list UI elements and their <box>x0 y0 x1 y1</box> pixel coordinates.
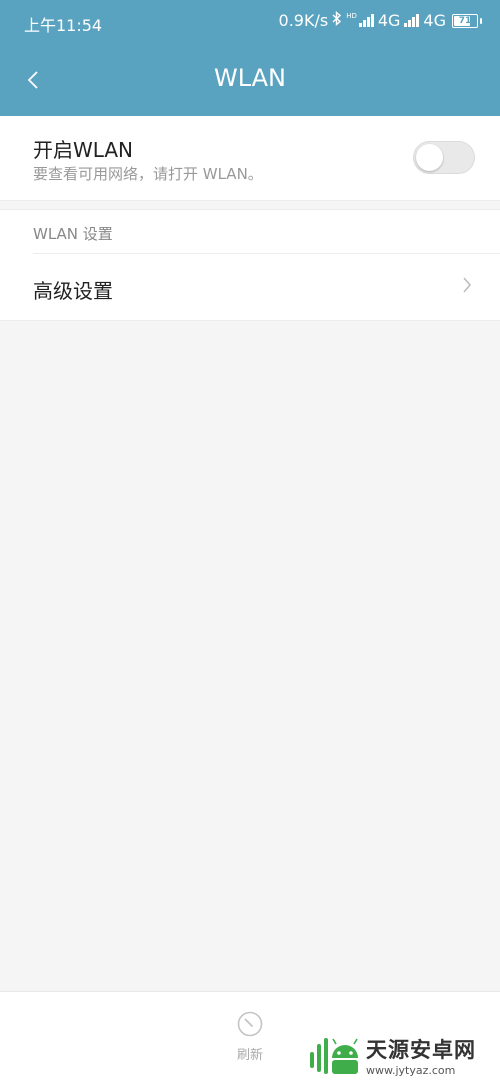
refresh-label: 刷新 <box>236 1048 263 1063</box>
watermark-url: www.jytyaz.com <box>366 1063 456 1077</box>
watermark-name: 天源安卓网 <box>366 1037 476 1062</box>
wlan-toggle-subtitle: 要查看可用网络，请打开 WLAN。 <box>33 165 263 183</box>
watermark: 天源安卓网 www.jytyaz.com <box>308 1030 494 1080</box>
network-type-1: 4G <box>377 11 401 30</box>
app-header: 上午11:54 0.9K/s HD 4G 4G 71 WLAN <box>0 0 500 116</box>
advanced-settings-label: 高级设置 <box>33 279 113 303</box>
refresh-icon <box>237 1011 263 1037</box>
wlan-toggle-switch[interactable] <box>413 141 475 174</box>
android-logo-icon <box>310 1038 358 1074</box>
status-bar: 上午11:54 0.9K/s HD 4G 4G 71 <box>0 0 500 44</box>
bluetooth-icon <box>332 10 342 30</box>
battery-icon: 71 <box>452 13 478 28</box>
status-time: 上午11:54 <box>24 16 103 35</box>
network-type-2: 4G <box>423 11 446 30</box>
page-title: WLAN <box>213 64 287 92</box>
battery-level: 71 <box>458 15 472 26</box>
signal-strength-icon <box>358 14 374 27</box>
hd-badge: HD <box>346 12 357 20</box>
refresh-button[interactable]: 刷新 <box>226 1010 274 1066</box>
advanced-settings-row[interactable]: 高级设置 <box>0 254 500 320</box>
signal-strength-icon-2 <box>404 14 420 27</box>
wlan-toggle-title: 开启WLAN <box>33 138 134 162</box>
status-indicators: 0.9K/s HD 4G 4G 71 <box>278 10 482 30</box>
battery-cap <box>480 17 482 24</box>
chevron-right-icon <box>463 277 471 293</box>
wlan-settings-card: WLAN 设置 高级设置 <box>0 209 500 321</box>
section-header: WLAN 设置 <box>33 225 113 243</box>
network-speed: 0.9K/s <box>278 11 329 30</box>
toggle-knob <box>416 144 443 171</box>
watermark-text: 天源安卓网 www.jytyaz.com <box>366 1034 476 1077</box>
